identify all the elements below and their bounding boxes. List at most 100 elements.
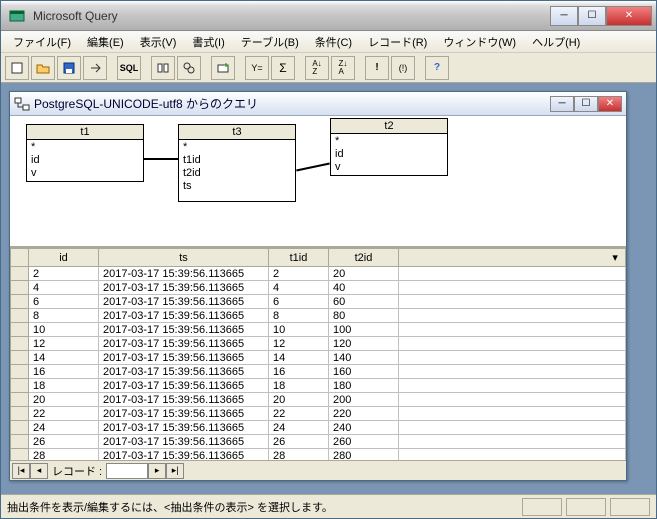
- table-row[interactable]: 202017-03-17 15:39:56.11366520200: [11, 393, 626, 407]
- table-t2[interactable]: t2 * id v: [330, 118, 448, 176]
- cell-t1id[interactable]: 14: [269, 351, 329, 365]
- cell-empty[interactable]: [399, 393, 626, 407]
- cell-t2id[interactable]: 40: [329, 281, 399, 295]
- row-header[interactable]: [11, 337, 29, 351]
- row-header[interactable]: [11, 281, 29, 295]
- corner-cell[interactable]: [11, 249, 29, 267]
- cell-ts[interactable]: 2017-03-17 15:39:56.113665: [99, 365, 269, 379]
- cell-id[interactable]: 6: [29, 295, 99, 309]
- cell-empty[interactable]: [399, 309, 626, 323]
- table-t3-fields[interactable]: * t1id t2id ts: [179, 140, 295, 194]
- cell-ts[interactable]: 2017-03-17 15:39:56.113665: [99, 267, 269, 281]
- row-header[interactable]: [11, 267, 29, 281]
- nav-last-button[interactable]: ▸|: [166, 463, 184, 479]
- table-row[interactable]: 102017-03-17 15:39:56.11366510100: [11, 323, 626, 337]
- new-query-icon[interactable]: [5, 56, 29, 80]
- field[interactable]: id: [31, 154, 139, 167]
- child-close-button[interactable]: ✕: [598, 96, 622, 112]
- auto-query-button[interactable]: (!): [391, 56, 415, 80]
- field[interactable]: v: [31, 167, 139, 180]
- row-header[interactable]: [11, 295, 29, 309]
- cell-t1id[interactable]: 6: [269, 295, 329, 309]
- table-row[interactable]: 242017-03-17 15:39:56.11366524240: [11, 421, 626, 435]
- cell-t2id[interactable]: 180: [329, 379, 399, 393]
- table-row[interactable]: 142017-03-17 15:39:56.11366514140: [11, 351, 626, 365]
- cell-empty[interactable]: [399, 435, 626, 449]
- col-t2id[interactable]: t2id: [329, 249, 399, 267]
- cell-t1id[interactable]: 18: [269, 379, 329, 393]
- cell-id[interactable]: 18: [29, 379, 99, 393]
- cell-t2id[interactable]: 260: [329, 435, 399, 449]
- cell-t2id[interactable]: 100: [329, 323, 399, 337]
- table-diagram[interactable]: t1 * id v t3 * t1id t2id ts: [10, 116, 626, 248]
- cell-t1id[interactable]: 22: [269, 407, 329, 421]
- row-header[interactable]: [11, 435, 29, 449]
- row-header[interactable]: [11, 393, 29, 407]
- table-row[interactable]: 222017-03-17 15:39:56.11366522220: [11, 407, 626, 421]
- cell-id[interactable]: 8: [29, 309, 99, 323]
- minimize-button[interactable]: ─: [550, 6, 578, 26]
- cell-ts[interactable]: 2017-03-17 15:39:56.113665: [99, 435, 269, 449]
- cell-empty[interactable]: [399, 267, 626, 281]
- cell-ts[interactable]: 2017-03-17 15:39:56.113665: [99, 379, 269, 393]
- field[interactable]: *: [31, 141, 139, 154]
- cell-ts[interactable]: 2017-03-17 15:39:56.113665: [99, 351, 269, 365]
- child-minimize-button[interactable]: ─: [550, 96, 574, 112]
- query-titlebar[interactable]: PostgreSQL-UNICODE-utf8 からのクエリ ─ ☐ ✕: [10, 92, 626, 116]
- menu-criteria[interactable]: 条件(C): [307, 32, 360, 52]
- cell-ts[interactable]: 2017-03-17 15:39:56.113665: [99, 323, 269, 337]
- menu-view[interactable]: 表示(V): [132, 32, 185, 52]
- cell-ts[interactable]: 2017-03-17 15:39:56.113665: [99, 295, 269, 309]
- cell-t2id[interactable]: 280: [329, 449, 399, 461]
- cell-id[interactable]: 22: [29, 407, 99, 421]
- join-t3-t2[interactable]: [296, 162, 330, 171]
- menu-record[interactable]: レコード(R): [360, 32, 435, 52]
- cell-id[interactable]: 4: [29, 281, 99, 295]
- cell-empty[interactable]: [399, 351, 626, 365]
- cell-empty[interactable]: [399, 379, 626, 393]
- row-header[interactable]: [11, 379, 29, 393]
- cell-t2id[interactable]: 220: [329, 407, 399, 421]
- cell-t1id[interactable]: 2: [269, 267, 329, 281]
- cell-empty[interactable]: [399, 421, 626, 435]
- row-header[interactable]: [11, 351, 29, 365]
- menu-table[interactable]: テーブル(B): [233, 32, 307, 52]
- result-grid-wrap[interactable]: id ts t1id t2id ▾ 22017-03-17 15:39:56.1…: [10, 248, 626, 460]
- cell-id[interactable]: 14: [29, 351, 99, 365]
- cell-ts[interactable]: 2017-03-17 15:39:56.113665: [99, 393, 269, 407]
- cell-id[interactable]: 16: [29, 365, 99, 379]
- table-row[interactable]: 82017-03-17 15:39:56.113665880: [11, 309, 626, 323]
- cell-empty[interactable]: [399, 365, 626, 379]
- table-row[interactable]: 42017-03-17 15:39:56.113665440: [11, 281, 626, 295]
- cell-t2id[interactable]: 140: [329, 351, 399, 365]
- menu-help[interactable]: ヘルプ(H): [524, 32, 588, 52]
- nav-next-button[interactable]: ▸: [148, 463, 166, 479]
- cell-t1id[interactable]: 12: [269, 337, 329, 351]
- table-t1-fields[interactable]: * id v: [27, 140, 143, 181]
- row-header[interactable]: [11, 449, 29, 461]
- cell-id[interactable]: 20: [29, 393, 99, 407]
- field[interactable]: *: [335, 135, 443, 148]
- table-t3[interactable]: t3 * t1id t2id ts: [178, 124, 296, 202]
- table-row[interactable]: 22017-03-17 15:39:56.113665220: [11, 267, 626, 281]
- nav-first-button[interactable]: |◂: [12, 463, 30, 479]
- col-insert[interactable]: ▾: [399, 249, 626, 267]
- field[interactable]: t1id: [183, 154, 291, 167]
- cell-t2id[interactable]: 60: [329, 295, 399, 309]
- cell-ts[interactable]: 2017-03-17 15:39:56.113665: [99, 281, 269, 295]
- cell-ts[interactable]: 2017-03-17 15:39:56.113665: [99, 421, 269, 435]
- totals-button[interactable]: Σ: [271, 56, 295, 80]
- nav-prev-button[interactable]: ◂: [30, 463, 48, 479]
- cell-t1id[interactable]: 10: [269, 323, 329, 337]
- cell-empty[interactable]: [399, 449, 626, 461]
- table-row[interactable]: 262017-03-17 15:39:56.11366526260: [11, 435, 626, 449]
- field[interactable]: ts: [183, 180, 291, 193]
- cell-id[interactable]: 10: [29, 323, 99, 337]
- cell-t1id[interactable]: 28: [269, 449, 329, 461]
- menu-window[interactable]: ウィンドウ(W): [435, 32, 524, 52]
- menu-file[interactable]: ファイル(F): [5, 32, 79, 52]
- add-table-icon[interactable]: [211, 56, 235, 80]
- table-row[interactable]: 282017-03-17 15:39:56.11366528280: [11, 449, 626, 461]
- cell-ts[interactable]: 2017-03-17 15:39:56.113665: [99, 309, 269, 323]
- maximize-button[interactable]: ☐: [578, 6, 606, 26]
